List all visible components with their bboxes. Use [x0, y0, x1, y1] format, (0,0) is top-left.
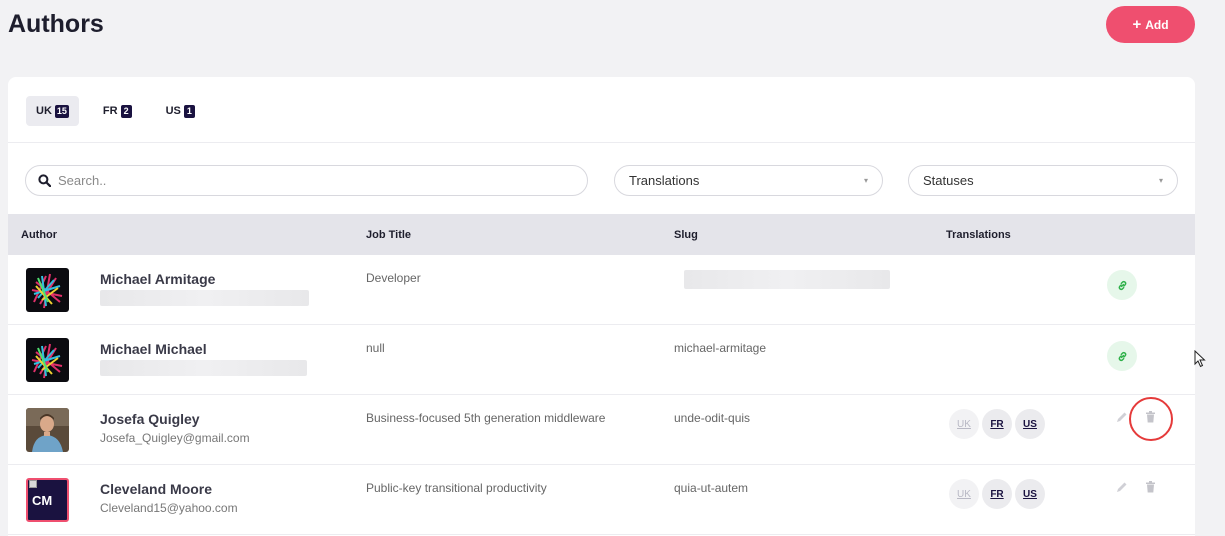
avatar-initials: CM: [32, 493, 53, 508]
search-icon: [38, 174, 51, 187]
edit-icon[interactable]: [1114, 409, 1130, 425]
job-title: Business-focused 5th generation middlewa…: [366, 411, 606, 425]
divider: [8, 142, 1195, 143]
column-header-slug: Slug: [674, 229, 698, 241]
link-icon: [1118, 280, 1126, 290]
table-row: Michael Michael null michael-armitage: [8, 325, 1195, 395]
tab-count-badge: 1: [183, 104, 195, 118]
author-name: Michael Michael: [100, 341, 207, 357]
table-row: CM Cleveland Moore Cleveland15@yahoo.com…: [8, 465, 1195, 535]
table-row: Michael Armitage Developer: [8, 255, 1195, 325]
column-header-author: Author: [21, 229, 58, 241]
column-header-job-title: Job Title: [366, 229, 412, 241]
tab-label: US: [165, 105, 181, 117]
redacted-slug: [684, 270, 890, 289]
tab-label: UK: [36, 105, 52, 117]
job-title: Developer: [366, 271, 421, 285]
chevron-down-icon: ▾: [1158, 176, 1163, 185]
tab-count-badge: 2: [120, 104, 132, 118]
broken-image-icon: [29, 480, 37, 488]
redacted-email: [100, 290, 309, 306]
tab-label: FR: [102, 105, 118, 117]
mouse-cursor-icon: [1194, 350, 1206, 368]
translations-select-label: Translations: [629, 173, 700, 188]
link-button[interactable]: [1107, 270, 1137, 300]
statuses-select[interactable]: Statuses ▾: [908, 165, 1178, 196]
table-header: Author Job Title Slug Translations: [8, 214, 1195, 255]
author-email: Josefa_Quigley@gmail.com: [100, 431, 250, 445]
translation-pills: UK FR US: [949, 409, 1045, 439]
highlight-circle: [1129, 397, 1173, 441]
translation-pill-uk[interactable]: UK: [949, 479, 979, 509]
locale-tabs: UK 15 FR 2 US 1: [26, 96, 205, 126]
slug: quia-ut-autem: [674, 481, 749, 495]
search-input[interactable]: [58, 173, 538, 188]
authors-card: UK 15 FR 2 US 1 Translations ▾ Statuses …: [8, 77, 1195, 536]
translation-pill-uk[interactable]: UK: [949, 409, 979, 439]
translation-pills: UK FR US: [949, 479, 1045, 509]
slug: michael-armitage: [674, 341, 767, 355]
translations-select[interactable]: Translations ▾: [614, 165, 883, 196]
page-title: Authors: [8, 10, 104, 38]
chevron-down-icon: ▾: [863, 176, 868, 185]
link-button[interactable]: [1107, 341, 1137, 371]
add-author-button[interactable]: + Add: [1106, 6, 1195, 43]
avatar: [26, 338, 69, 382]
author-name: Cleveland Moore: [100, 481, 213, 497]
author-email: Cleveland15@yahoo.com: [100, 501, 238, 515]
plus-icon: +: [1132, 16, 1142, 33]
statuses-select-label: Statuses: [923, 173, 974, 188]
tab-uk[interactable]: UK 15: [26, 96, 79, 126]
tab-count-badge: 15: [54, 104, 69, 118]
redacted-email: [100, 360, 307, 376]
avatar: [26, 408, 69, 452]
delete-icon[interactable]: [1142, 479, 1158, 495]
avatar: CM: [26, 478, 69, 522]
translation-pill-us[interactable]: US: [1015, 409, 1045, 439]
search-box: [25, 165, 588, 196]
add-button-label: Add: [1145, 17, 1169, 32]
slug: unde-odit-quis: [674, 411, 751, 425]
job-title: Public-key transitional productivity: [366, 481, 547, 495]
column-header-translations: Translations: [946, 229, 1011, 241]
table-row: Josefa Quigley Josefa_Quigley@gmail.com …: [8, 395, 1195, 465]
translation-pill-us[interactable]: US: [1015, 479, 1045, 509]
tab-fr[interactable]: FR 2: [93, 96, 142, 126]
link-icon: [1118, 351, 1126, 361]
translation-pill-fr[interactable]: FR: [982, 479, 1012, 509]
avatar: [26, 268, 69, 312]
tab-us[interactable]: US 1: [156, 96, 205, 126]
job-title: null: [366, 341, 385, 355]
translation-pill-fr[interactable]: FR: [982, 409, 1012, 439]
edit-icon[interactable]: [1114, 479, 1130, 495]
author-name: Josefa Quigley: [100, 411, 200, 427]
author-name: Michael Armitage: [100, 271, 216, 287]
